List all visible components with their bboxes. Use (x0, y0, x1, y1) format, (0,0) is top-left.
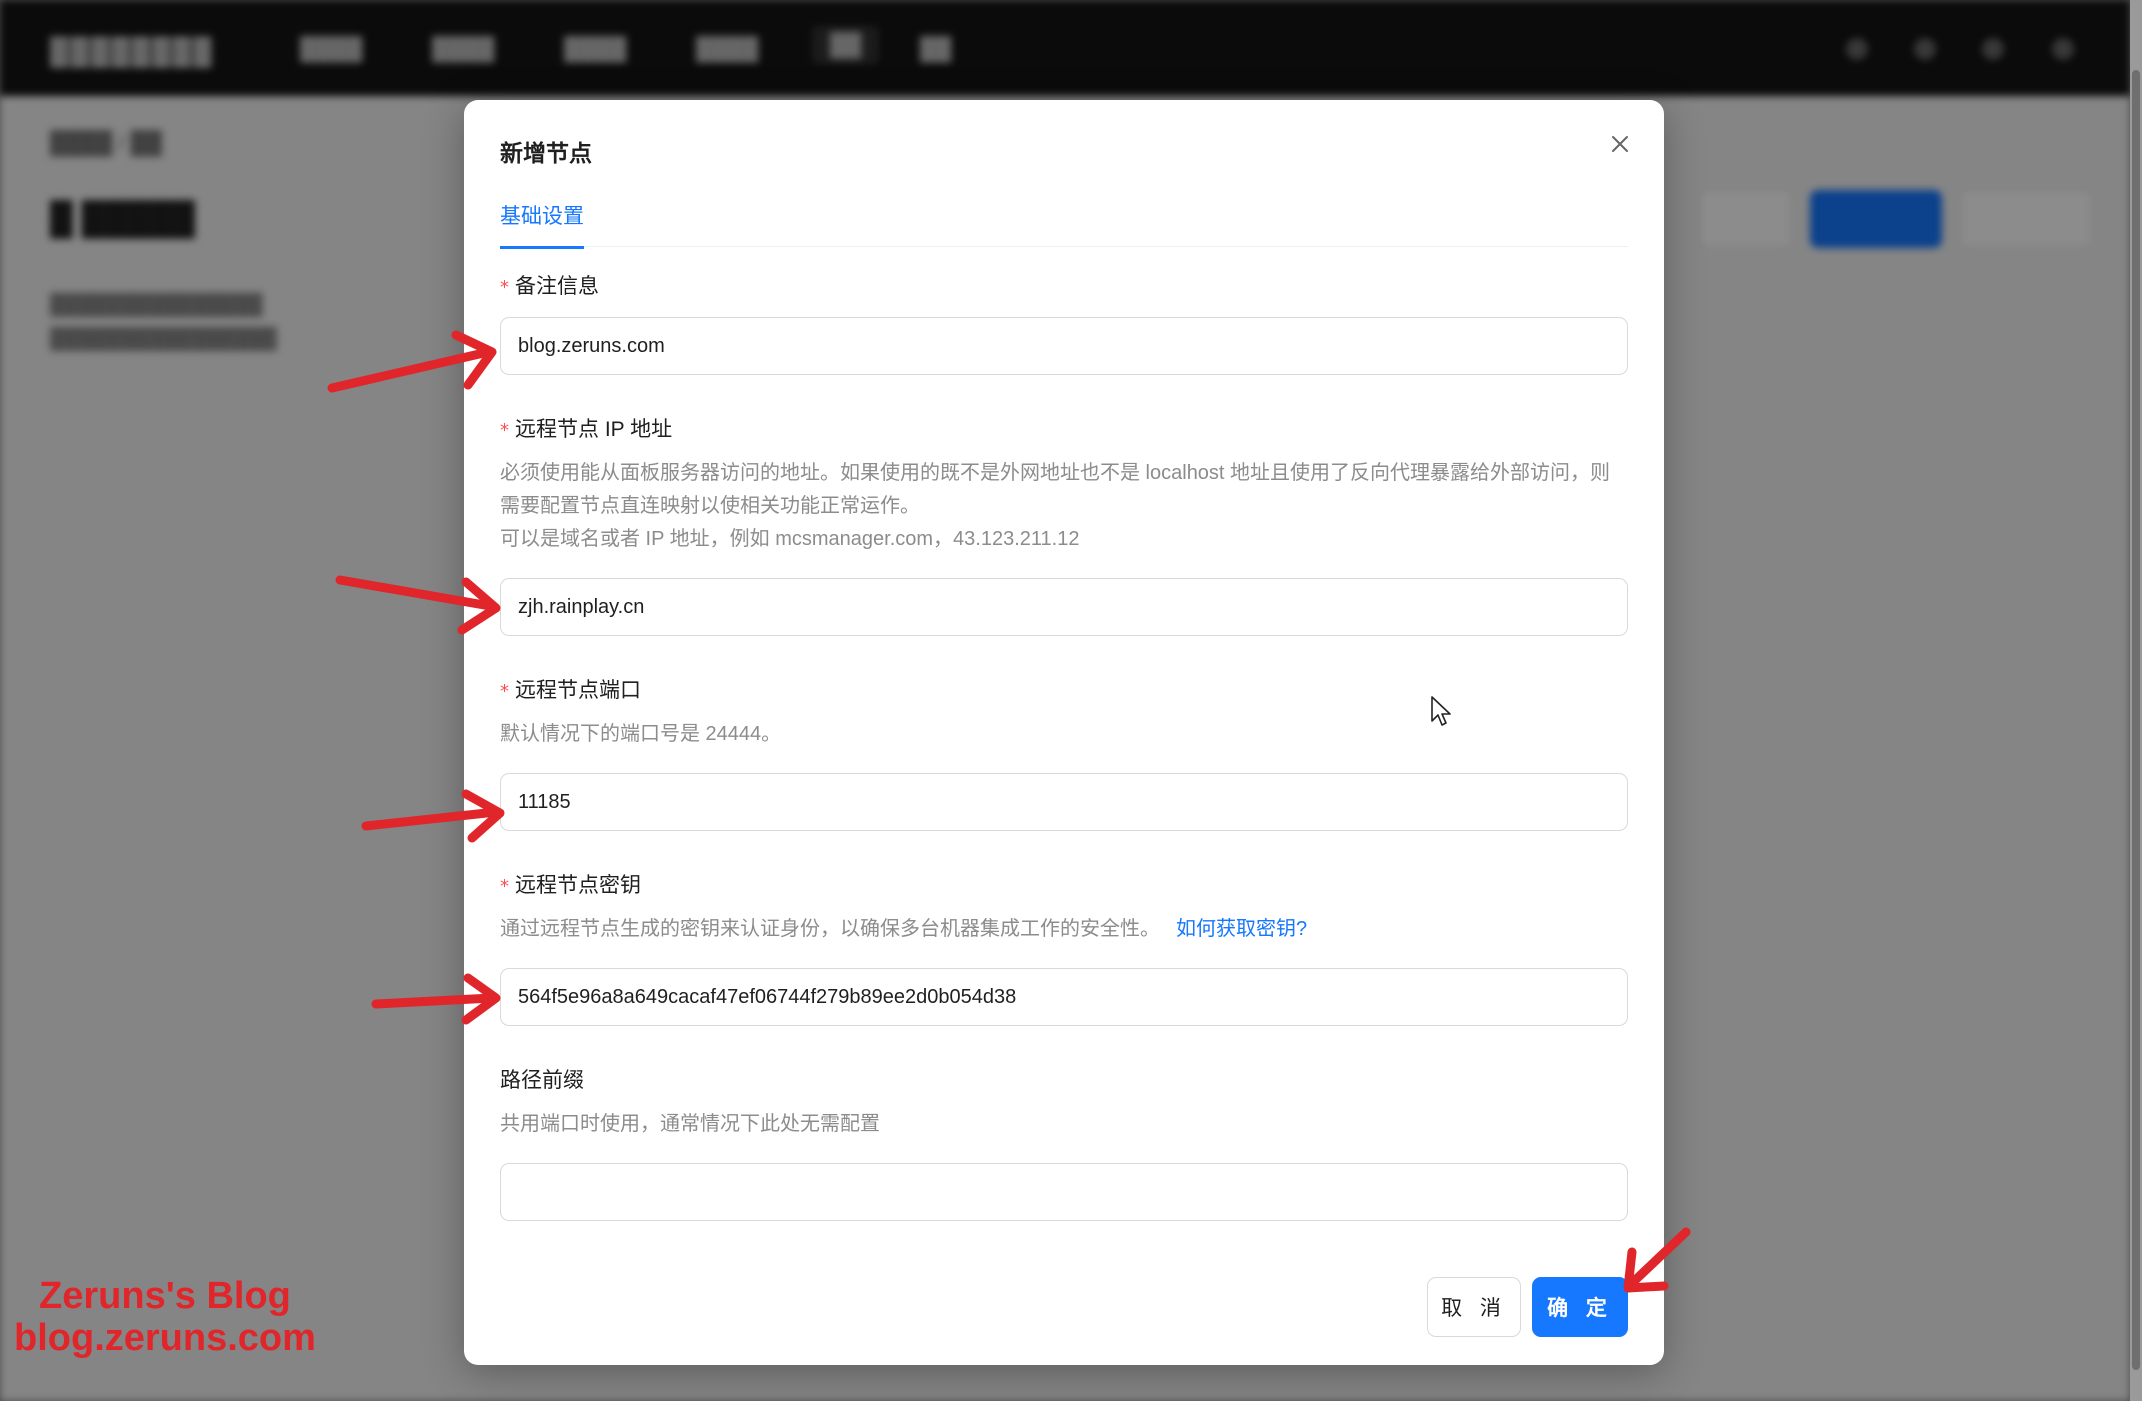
scrollbar[interactable] (2130, 0, 2142, 1401)
mouse-pointer-icon (1431, 696, 1451, 726)
secret-key-help: 通过远程节点生成的密钥来认证身份，以确保多台机器集成工作的安全性。 如何获取密钥? (500, 918, 1308, 940)
close-icon[interactable] (1604, 128, 1636, 160)
cancel-button[interactable]: 取 消 (1427, 1277, 1521, 1337)
tab-bar: 基础设置 (500, 196, 1628, 249)
watermark: Zeruns's Blog blog.zeruns.com (14, 1275, 316, 1359)
remark-input[interactable] (500, 317, 1628, 375)
port-label: * 远程节点端口 (500, 679, 641, 702)
remark-label: * 备注信息 (500, 275, 599, 298)
ip-address-label: * 远程节点 IP 地址 (500, 418, 673, 441)
secret-key-input[interactable] (500, 968, 1628, 1026)
how-to-get-key-link[interactable]: 如何获取密钥? (1176, 918, 1307, 940)
path-prefix-input[interactable] (500, 1163, 1628, 1221)
remark-field: * 备注信息 (500, 272, 1628, 302)
path-prefix-help: 共用端口时使用，通常情况下此处无需配置 (500, 1113, 880, 1135)
dialog-title: 新增节点 (500, 140, 592, 166)
required-mark: * (500, 876, 509, 897)
path-prefix-field: 路径前缀 共用端口时使用，通常情况下此处无需配置 (500, 1066, 1628, 1141)
port-input[interactable] (500, 773, 1628, 831)
required-mark: * (500, 420, 509, 441)
required-mark: * (500, 681, 509, 702)
scrollbar-thumb[interactable] (2132, 70, 2140, 1370)
required-mark: * (500, 277, 509, 298)
ip-address-example: 可以是域名或者 IP 地址，例如 mcsmanager.com，43.123.2… (500, 528, 1080, 550)
path-prefix-label: 路径前缀 (500, 1069, 584, 1092)
add-node-dialog: 新增节点 基础设置 *备注信息 *远程节点 IP 地址 必须使用能从面板服务器访… (464, 100, 1664, 1365)
port-help: 默认情况下的端口号是 24444。 (500, 723, 782, 745)
watermark-title: Zeruns's Blog (39, 1275, 291, 1317)
port-field: * 远程节点端口 默认情况下的端口号是 24444。 (500, 676, 1628, 751)
confirm-button[interactable]: 确 定 (1532, 1277, 1628, 1337)
secret-key-field: * 远程节点密钥 通过远程节点生成的密钥来认证身份，以确保多台机器集成工作的安全性… (500, 871, 1628, 946)
secret-key-label: * 远程节点密钥 (500, 874, 641, 897)
ip-address-input[interactable] (500, 578, 1628, 636)
ip-address-field: * 远程节点 IP 地址 必须使用能从面板服务器访问的地址。如果使用的既不是外网地… (500, 415, 1628, 556)
tab-basic-settings[interactable]: 基础设置 (500, 200, 584, 249)
watermark-url: blog.zeruns.com (14, 1317, 316, 1359)
ip-address-help: 必须使用能从面板服务器访问的地址。如果使用的既不是外网地址也不是 localho… (500, 462, 1611, 517)
